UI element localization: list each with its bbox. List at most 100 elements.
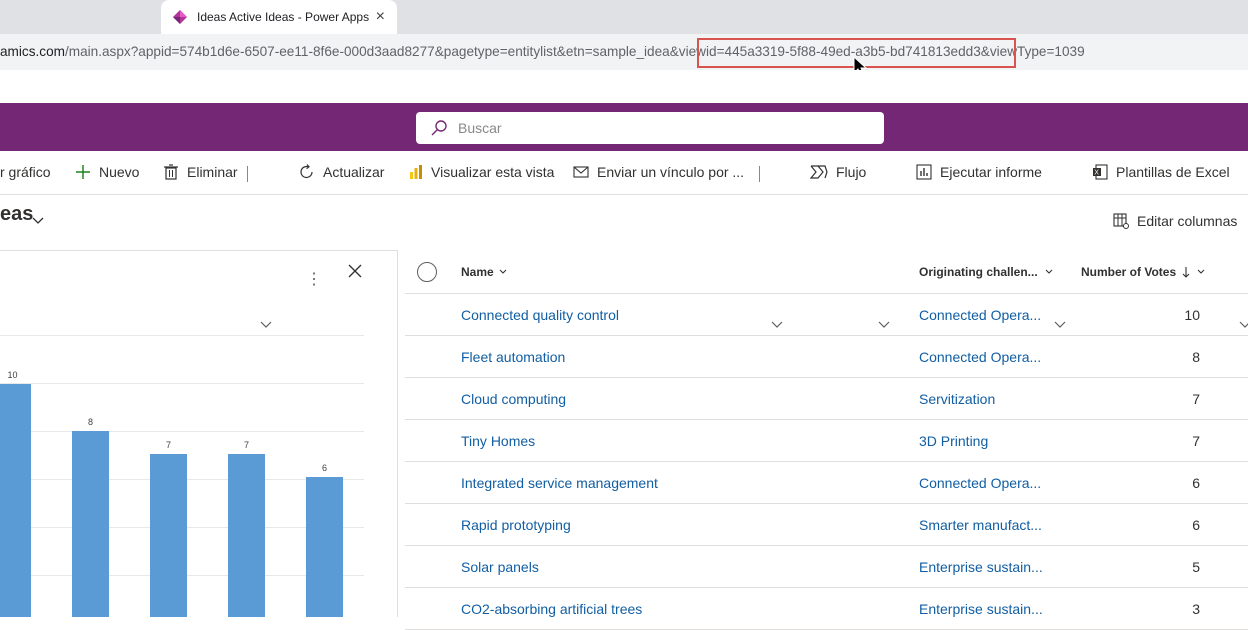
challenge-link[interactable]: Smarter manufact... <box>919 517 1042 533</box>
select-all-checkbox[interactable] <box>417 262 437 282</box>
refresh-button[interactable]: Actualizar <box>299 164 384 180</box>
chart-bar[interactable] <box>0 384 31 617</box>
idea-name-link[interactable]: Solar panels <box>461 559 539 575</box>
edit-columns-icon <box>1113 213 1129 229</box>
chart-bar-label: 6 <box>321 463 327 474</box>
report-icon <box>916 164 932 180</box>
column-name-label: Name <box>461 265 494 279</box>
close-chart-icon[interactable] <box>347 263 363 279</box>
tab-title: Ideas Active Ideas - Power Apps <box>197 10 370 24</box>
edit-columns-label: Editar columnas <box>1137 213 1238 229</box>
grid-header: Name Originating challen... Number of Vo… <box>405 250 1248 294</box>
visualize-view-button[interactable]: Visualizar esta vista <box>409 164 554 180</box>
send-link-button[interactable]: Enviar un vínculo por ... <box>573 164 744 180</box>
idea-name-link[interactable]: Cloud computing <box>461 391 566 407</box>
table-row[interactable]: Connected quality control Connected Opera… <box>405 294 1248 336</box>
chevron-down-icon <box>499 269 507 274</box>
chart-bar[interactable] <box>228 453 265 617</box>
votes-value: 8 <box>1192 349 1200 365</box>
chart-gridline <box>0 335 364 336</box>
refresh-label: Actualizar <box>323 164 385 180</box>
challenge-link[interactable]: Connected Opera... <box>919 349 1041 365</box>
challenge-link[interactable]: Enterprise sustain... <box>919 559 1043 575</box>
flow-button[interactable]: Flujo <box>810 164 866 180</box>
browser-tab[interactable]: Ideas Active Ideas - Power Apps × <box>161 0 397 34</box>
votes-value: 5 <box>1192 559 1200 575</box>
new-button[interactable]: Nuevo <box>75 164 139 180</box>
command-separator <box>247 166 248 182</box>
table-row[interactable]: Tiny Homes 3D Printing 7 <box>405 420 1248 462</box>
tab-close-icon[interactable]: × <box>376 9 385 25</box>
visualize-view-label: Visualizar esta vista <box>431 164 555 180</box>
votes-value: 6 <box>1192 517 1200 533</box>
chart-bar[interactable] <box>150 453 187 617</box>
refresh-icon <box>300 164 313 179</box>
plus-icon <box>76 165 90 179</box>
idea-name-link[interactable]: Fleet automation <box>461 349 565 365</box>
flow-icon <box>810 165 828 179</box>
flow-label: Flujo <box>836 164 867 180</box>
new-label: Nuevo <box>99 164 140 180</box>
command-separator <box>759 166 760 182</box>
column-header-challenge[interactable]: Originating challen... <box>919 265 1056 279</box>
table-row[interactable]: Integrated service management Connected O… <box>405 462 1248 504</box>
excel-icon: X <box>1093 164 1108 180</box>
send-link-label: Enviar un vínculo por ... <box>597 164 745 180</box>
table-row[interactable]: Fleet automation Connected Opera... 8 <box>405 336 1248 378</box>
svg-text:X: X <box>1094 170 1099 177</box>
column-header-name[interactable]: Name <box>461 265 508 279</box>
chart-gridline <box>0 383 364 384</box>
address-bar[interactable]: amics.com/main.aspx?appid=574b1d6e-6507-… <box>0 34 1248 70</box>
challenge-link[interactable]: Connected Opera... <box>919 475 1041 491</box>
excel-templates-label: Plantillas de Excel <box>1116 164 1230 180</box>
chart-bar-label: 7 <box>243 439 249 450</box>
challenge-link[interactable]: 3D Printing <box>919 433 988 449</box>
run-report-button[interactable]: Ejecutar informe <box>916 164 1042 180</box>
votes-value: 7 <box>1192 391 1200 407</box>
table-row[interactable]: Cloud computing Servitization 7 <box>405 378 1248 420</box>
challenge-link[interactable]: Connected Opera... <box>919 307 1041 323</box>
column-votes-label: Number of Votes <box>1081 265 1177 279</box>
chevron-down-icon[interactable] <box>30 214 46 228</box>
idea-name-link[interactable]: Rapid prototyping <box>461 517 571 533</box>
votes-value: 10 <box>1184 307 1200 323</box>
idea-name-link[interactable]: Integrated service management <box>461 475 658 491</box>
idea-name-link[interactable]: CO2-absorbing artificial trees <box>461 601 642 617</box>
chevron-down-icon <box>1197 269 1205 274</box>
browser-content-gap <box>0 70 1248 103</box>
votes-value: 7 <box>1192 433 1200 449</box>
power-bi-icon <box>410 165 422 179</box>
run-report-label: Ejecutar informe <box>940 164 1042 180</box>
idea-name-link[interactable]: Tiny Homes <box>461 433 535 449</box>
table-row[interactable]: Rapid prototyping Smarter manufact... 6 <box>405 504 1248 546</box>
search-icon <box>431 120 447 136</box>
idea-name-link[interactable]: Connected quality control <box>461 307 619 323</box>
ideas-grid: Name Originating challen... Number of Vo… <box>405 250 1248 630</box>
search-box[interactable]: Buscar <box>416 112 884 144</box>
table-row[interactable]: Solar panels Enterprise sustain... 5 <box>405 546 1248 588</box>
votes-value: 3 <box>1192 601 1200 617</box>
chevron-down-icon <box>1045 269 1053 274</box>
browser-tab-strip: Ideas Active Ideas - Power Apps × <box>0 0 1248 34</box>
chart-bar[interactable] <box>72 430 109 617</box>
chart-bar-label: 7 <box>165 439 171 450</box>
votes-value: 6 <box>1192 475 1200 491</box>
command-bar: r gráfico Nuevo Eliminar Actualizar Visu… <box>0 151 1248 328</box>
column-header-votes[interactable]: Number of Votes <box>1081 265 1206 279</box>
trash-icon <box>164 164 178 180</box>
show-chart-button[interactable]: r gráfico <box>0 164 51 180</box>
search-placeholder: Buscar <box>458 120 502 136</box>
challenge-link[interactable]: Servitization <box>919 391 995 407</box>
sort-descending-icon <box>1182 267 1190 278</box>
email-link-icon <box>573 166 589 178</box>
chart-gridline <box>0 431 364 432</box>
delete-button[interactable]: Eliminar <box>163 164 238 180</box>
view-title[interactable]: eas <box>0 203 33 226</box>
edit-columns-button[interactable]: Editar columnas <box>1113 213 1237 229</box>
excel-templates-button[interactable]: X Plantillas de Excel <box>1092 164 1230 180</box>
table-row[interactable]: CO2-absorbing artificial trees Enterprise… <box>405 588 1248 630</box>
more-options-icon[interactable]: ⋮ <box>306 269 322 289</box>
delete-label: Eliminar <box>187 164 238 180</box>
chart-bar[interactable] <box>306 477 343 617</box>
challenge-link[interactable]: Enterprise sustain... <box>919 601 1043 617</box>
